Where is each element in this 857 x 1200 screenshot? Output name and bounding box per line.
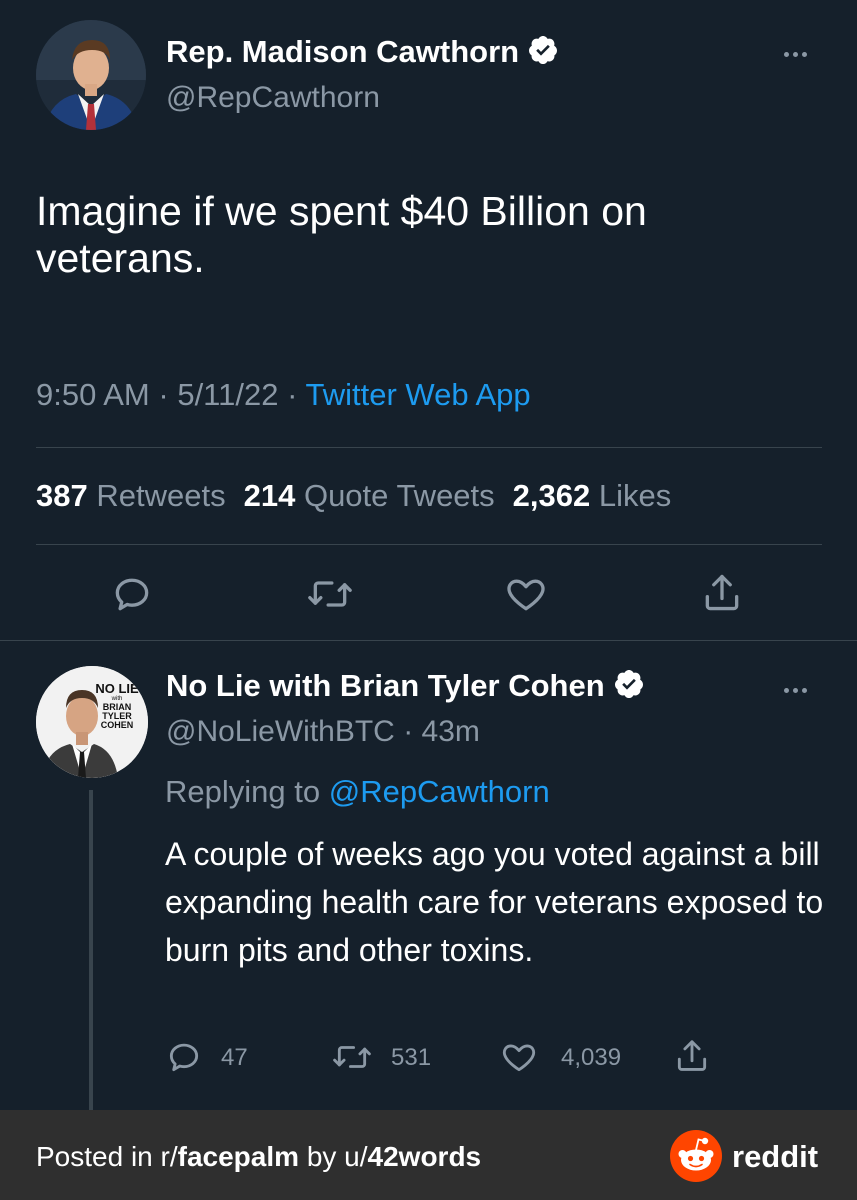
- author-name-row[interactable]: Rep. Madison Cawthorn: [166, 34, 559, 74]
- retweets-label: Retweets: [96, 478, 226, 513]
- like-count: 4,039: [561, 1044, 622, 1071]
- tweet-separator: [0, 640, 857, 641]
- reply-retweet-button[interactable]: [331, 1038, 373, 1083]
- retweets-count: 387: [36, 478, 88, 513]
- reply-author-handle[interactable]: @NoLieWithBTC: [166, 715, 395, 748]
- posted-in-text: Posted in r/facepalm by u/42words: [36, 1140, 481, 1174]
- portrait-photo: [36, 20, 146, 130]
- tweet-source-link[interactable]: Twitter Web App: [305, 377, 530, 412]
- by-label: by u/: [299, 1141, 368, 1172]
- avatar-logo-line: NO LIE: [95, 681, 139, 696]
- divider: [36, 447, 822, 448]
- tweet-meta: 9:50 AM · 5/11/22 · Twitter Web App: [36, 376, 531, 414]
- posted-in-label: Posted in r/: [36, 1141, 178, 1172]
- meta-separator: ·: [287, 377, 298, 412]
- reply-author-name[interactable]: No Lie with Brian Tyler Cohen: [166, 668, 605, 703]
- retweet-button[interactable]: [306, 572, 354, 621]
- reply-share-button[interactable]: [673, 1036, 711, 1083]
- quotes-stat[interactable]: 214 Quote Tweets: [244, 478, 495, 513]
- meta-separator: ·: [158, 377, 169, 412]
- quotes-label: Quote Tweets: [303, 478, 495, 513]
- author-handle[interactable]: @RepCawthorn: [166, 80, 380, 116]
- retweet-icon: [308, 581, 352, 607]
- retweet-count: 531: [391, 1044, 432, 1071]
- reply-like-button[interactable]: [499, 1038, 539, 1083]
- likes-count: 2,362: [512, 478, 591, 513]
- replying-to-label: Replying to: [165, 774, 321, 809]
- thread-line: [89, 790, 93, 1110]
- reply-action-bar: 47 531 4,039: [165, 1038, 725, 1078]
- divider: [36, 544, 822, 545]
- like-button[interactable]: [503, 572, 549, 621]
- replying-to: Replying to @RepCawthorn: [165, 772, 550, 812]
- share-button[interactable]: [700, 570, 744, 621]
- share-icon: [677, 1040, 707, 1071]
- reddit-wordmark: reddit: [732, 1139, 819, 1174]
- reddit-logo[interactable]: [670, 1130, 722, 1182]
- likes-stat[interactable]: 2,362 Likes: [513, 478, 672, 513]
- more-options-icon[interactable]: [782, 44, 809, 62]
- handle-separator: ·: [403, 715, 414, 748]
- reply-button[interactable]: [110, 572, 154, 621]
- reply-age[interactable]: 43m: [422, 715, 480, 748]
- reply-icon: [115, 578, 149, 611]
- reddit-alien-icon: [670, 1130, 722, 1182]
- tweet-stats: 387 Retweets 214 Quote Tweets 2,362 Likes: [36, 477, 671, 515]
- reply-reply-button[interactable]: [165, 1038, 203, 1083]
- quotes-count: 214: [243, 478, 296, 513]
- reply-handle-row: @NoLieWithBTC · 43m: [166, 714, 480, 750]
- subreddit-name[interactable]: facepalm: [178, 1141, 299, 1172]
- reply-author-avatar[interactable]: NO LIE with BRIAN TYLER COHEN: [36, 666, 148, 778]
- author-name[interactable]: Rep. Madison Cawthorn: [166, 34, 519, 69]
- more-options-icon[interactable]: [782, 680, 809, 698]
- reply-author-name-row[interactable]: No Lie with Brian Tyler Cohen: [166, 668, 645, 708]
- replying-to-mention[interactable]: @RepCawthorn: [329, 774, 550, 809]
- author-avatar[interactable]: [36, 20, 146, 130]
- share-icon: [705, 574, 739, 611]
- reply-count: 47: [221, 1044, 248, 1071]
- heart-icon: [507, 579, 545, 611]
- retweets-stat[interactable]: 387 Retweets: [36, 478, 226, 513]
- tweet-text: Imagine if we spent $40 Billion on veter…: [36, 188, 647, 281]
- retweet-icon: [333, 1046, 371, 1068]
- heart-icon: [502, 1044, 536, 1072]
- reply-text: A couple of weeks ago you voted against …: [165, 836, 824, 968]
- verified-badge-icon: [613, 668, 645, 708]
- username[interactable]: 42words: [368, 1141, 482, 1172]
- tweet-time: 9:50 AM: [36, 377, 150, 412]
- likes-label: Likes: [598, 478, 672, 513]
- reply-icon: [169, 1043, 199, 1072]
- avatar-logo-line: COHEN: [100, 720, 134, 730]
- verified-badge-icon: [527, 34, 559, 74]
- tweet-date[interactable]: 5/11/22: [177, 377, 278, 412]
- avatar-logo-text: NO LIE with BRIAN TYLER COHEN: [88, 682, 146, 730]
